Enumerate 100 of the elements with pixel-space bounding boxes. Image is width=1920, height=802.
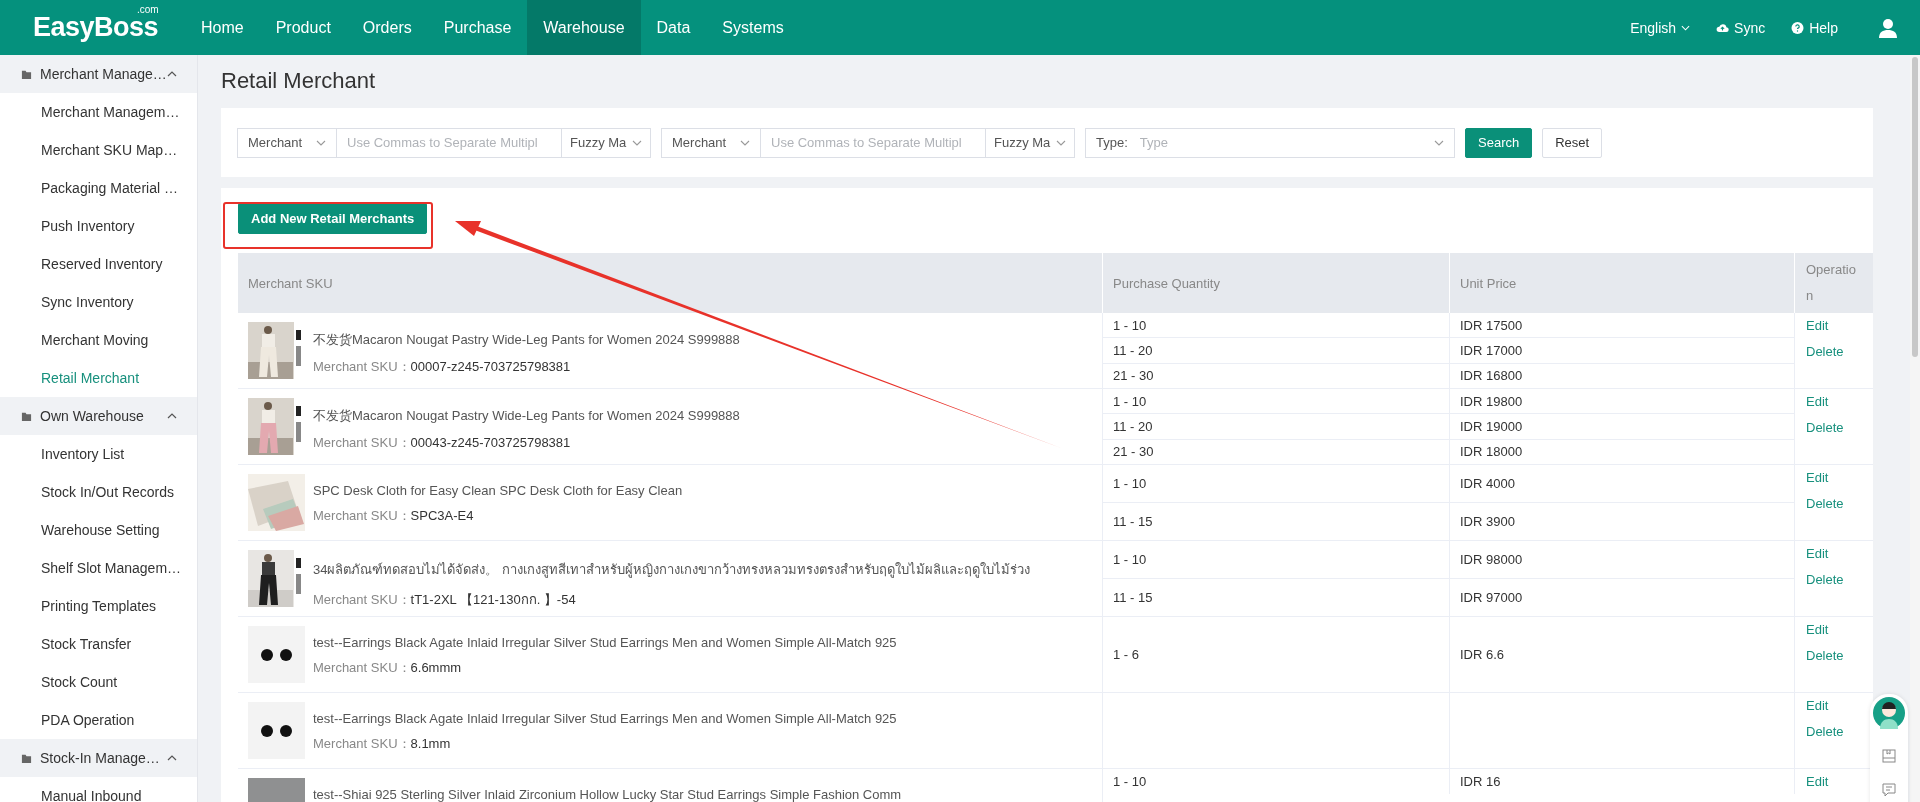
product-title: 34ผลิตภัณฑ์ทดสอบไม่ได้จัดส่ง。 กางเกงสูทสีเทาสำหรับผู้หญิงกางเกงขากว้างทรงหลวมทรงตรงสำหรับฤดูใบไม้ผลิและฤดูใบไม้ร่วง [313, 561, 1031, 580]
sidebar-group[interactable]: Own Warehouse [0, 397, 197, 435]
edit-link[interactable]: Edit [1806, 698, 1829, 713]
field-select[interactable]: Merchant [661, 127, 761, 158]
product-title: 不发货Macaron Nougat Pastry Wide-Leg Pants for Women 2024 S999888 [313, 331, 740, 349]
nav-tab[interactable]: Product [259, 0, 347, 55]
sidebar-group[interactable]: Merchant Manage… [0, 55, 197, 93]
sidebar-group[interactable]: Stock-In Manage… [0, 739, 197, 777]
quantity-range: 1 - 10 [1113, 552, 1147, 567]
delete-link[interactable]: Delete [1806, 724, 1844, 739]
delete-link[interactable]: Delete [1806, 648, 1844, 663]
quantity-range: 1 - 10 [1113, 774, 1147, 789]
unit-price: IDR 98000 [1460, 552, 1523, 567]
search-input[interactable]: Use Commas to Separate Multipl [761, 127, 985, 158]
sku-label: Merchant SKU： [313, 736, 411, 751]
reset-button[interactable]: Reset [1542, 127, 1603, 158]
sidebar-item[interactable]: Stock Transfer [0, 625, 197, 663]
column-header: Purchase Quantity [1103, 253, 1450, 313]
nav-tab[interactable]: Warehouse [527, 0, 641, 55]
unit-price: IDR 97000 [1460, 590, 1523, 605]
unit-price: IDR 4000 [1460, 476, 1515, 491]
page-title: Retail Merchant [221, 68, 377, 94]
quantity-range: 11 - 20 [1113, 343, 1153, 358]
sidebar-item[interactable]: Stock Count [0, 663, 197, 701]
sidebar-item[interactable]: Printing Templates [0, 587, 197, 625]
sku-value: SPC3A-E4 [410, 508, 474, 523]
sidebar-item[interactable]: Merchant Managem… [0, 93, 197, 131]
sidebar-item[interactable]: Inventory List [0, 435, 197, 473]
scrollbar-thumb[interactable] [1912, 57, 1918, 357]
edit-link[interactable]: Edit [1806, 774, 1829, 789]
edit-link[interactable]: Edit [1806, 470, 1829, 485]
quantity-range: 1 - 10 [1113, 317, 1147, 333]
sidebar-item[interactable]: Merchant SKU Map… [0, 131, 197, 169]
sidebar-item[interactable]: Retail Merchant [0, 359, 197, 397]
unit-price: IDR 18000 [1460, 444, 1523, 460]
field-select[interactable]: Merchant [237, 127, 337, 158]
sidebar-item[interactable]: Manual Inbound [0, 777, 197, 802]
folder-icon [21, 68, 32, 80]
unit-price: IDR 19800 [1460, 393, 1523, 409]
chevron-down-icon [1056, 139, 1066, 146]
avatar-icon[interactable] [1873, 697, 1905, 729]
quantity-range: 11 - 15 [1113, 590, 1153, 605]
help-icon[interactable] [1791, 21, 1805, 34]
type-select[interactable]: Type: Type [1085, 127, 1455, 158]
nav-tab[interactable]: Purchase [427, 0, 528, 55]
sidebar-item[interactable]: PDA Operation [0, 701, 197, 739]
help-link[interactable]: Help [1809, 19, 1838, 36]
sidebar-item[interactable]: Merchant Moving [0, 321, 197, 359]
unit-price: IDR 19000 [1460, 419, 1523, 434]
user-icon[interactable] [1878, 17, 1898, 38]
delete-link[interactable]: Delete [1806, 420, 1844, 435]
chat-icon[interactable] [1882, 783, 1896, 797]
nav-tab[interactable]: Orders [346, 0, 428, 55]
sidebar-item[interactable]: Packaging Material … [0, 169, 197, 207]
unit-price: IDR 16 [1460, 774, 1501, 789]
quantity-range: 11 - 15 [1113, 514, 1153, 529]
product-title: SPC Desk Cloth for Easy Clean SPC Desk Cloth for Easy Clean [313, 483, 683, 498]
quantity-range: 1 - 10 [1113, 476, 1147, 491]
chevron-up-icon [167, 413, 177, 419]
chevron-down-icon [316, 139, 326, 146]
sidebar-item[interactable]: Sync Inventory [0, 283, 197, 321]
chevron-down-icon [740, 139, 750, 146]
folder-icon [21, 410, 32, 422]
unit-price: IDR 3900 [1460, 514, 1515, 529]
unit-price: IDR 17500 [1460, 317, 1523, 333]
add-button[interactable]: Add New Retail Merchants [238, 203, 428, 234]
column-header: Operation [1805, 261, 1857, 305]
nav-tab[interactable]: Home [185, 0, 260, 55]
logo[interactable]: EasyBoss [33, 12, 159, 43]
unit-price: IDR 16800 [1460, 368, 1523, 384]
sidebar-item[interactable]: Reserved Inventory [0, 245, 197, 283]
edit-link[interactable]: Edit [1806, 394, 1829, 409]
sidebar-item[interactable]: Stock In/Out Records [0, 473, 197, 511]
nav-tab[interactable]: Data [640, 0, 707, 55]
nav-tab[interactable]: Systems [706, 0, 800, 55]
delete-link[interactable]: Delete [1806, 496, 1844, 511]
edit-link[interactable]: Edit [1806, 546, 1829, 561]
sidebar-item[interactable]: Shelf Slot Managem… [0, 549, 197, 587]
quantity-range: 21 - 30 [1113, 444, 1154, 460]
product-title: test--Earrings Black Agate Inlaid Irregular Silver Stud Earrings Men and Women Simple All-Match 925 [313, 711, 897, 726]
product-title: test--Earrings Black Agate Inlaid Irregular Silver Stud Earrings Men and Women Simple All-Match 925 [313, 635, 897, 650]
sku-label: Merchant SKU： [313, 508, 411, 523]
sidebar-item[interactable]: Warehouse Setting [0, 511, 197, 549]
sku-label: Merchant SKU： [313, 359, 411, 374]
sync-link[interactable]: Sync [1734, 19, 1766, 36]
sku-label: Merchant SKU： [313, 435, 411, 450]
delete-link[interactable]: Delete [1806, 344, 1844, 359]
cloud-upload-icon[interactable] [1716, 21, 1730, 34]
edit-link[interactable]: Edit [1806, 622, 1829, 637]
notebook-icon[interactable] [1882, 749, 1896, 763]
match-select[interactable]: Fuzzy Ma [985, 127, 1075, 158]
sku-value: tT1-2XL 【121-130กก. 】-54 [410, 592, 576, 607]
language-menu[interactable]: English [1630, 19, 1691, 36]
delete-link[interactable]: Delete [1806, 572, 1844, 587]
edit-link[interactable]: Edit [1806, 318, 1829, 333]
sidebar-item[interactable]: Push Inventory [0, 207, 197, 245]
search-input[interactable]: Use Commas to Separate Multipl [337, 127, 561, 158]
search-button[interactable]: Search [1465, 127, 1533, 158]
match-select[interactable]: Fuzzy Ma [561, 127, 651, 158]
product-title: test--Shiai 925 Sterling Silver Inlaid Zirconium Hollow Lucky Star Stud Earrings Simple Fashion Comm [313, 787, 902, 802]
